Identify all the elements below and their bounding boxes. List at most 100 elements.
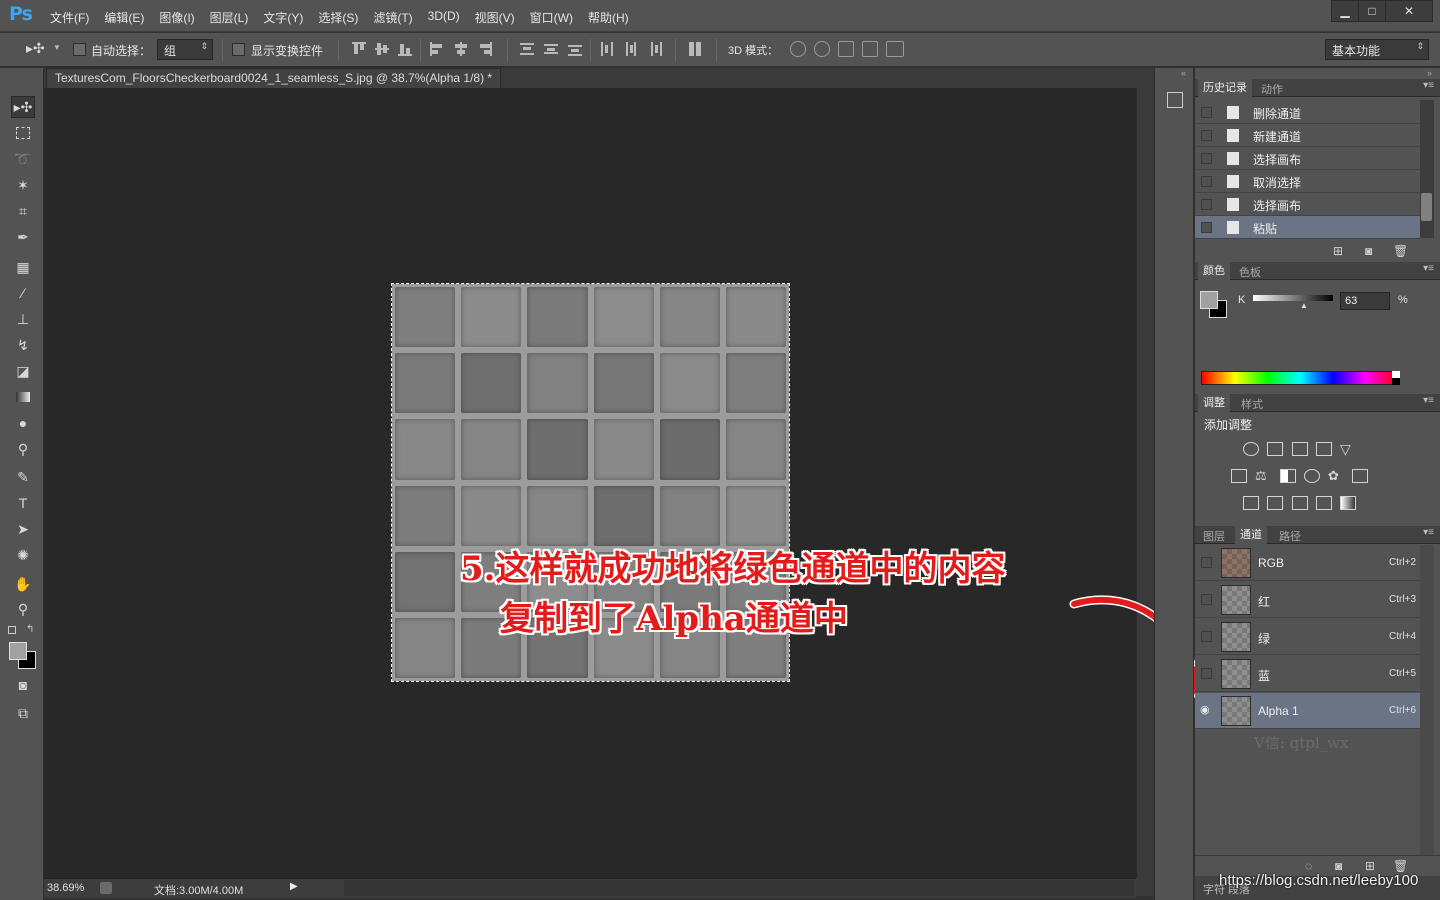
menu-window[interactable]: 窗口(W) — [530, 9, 573, 26]
align-hcenter-icon[interactable] — [454, 42, 468, 56]
3d-slide-icon[interactable] — [862, 41, 878, 57]
black-white-swatch[interactable] — [1392, 371, 1400, 385]
channel-row-blue[interactable]: 蓝 Ctrl+5 — [1195, 656, 1420, 692]
tab-color[interactable]: 颜色 — [1198, 262, 1230, 280]
menu-view[interactable]: 视图(V) — [475, 9, 515, 26]
blur-tool-icon[interactable]: ● — [11, 412, 35, 434]
trash-icon[interactable]: 🗑 — [1393, 859, 1408, 873]
brightness-contrast-icon[interactable] — [1243, 442, 1259, 456]
slider-thumb-icon[interactable]: ▲ — [1300, 301, 1308, 310]
menu-help[interactable]: 帮助(H) — [588, 9, 629, 26]
panel-menu-icon[interactable]: ▾≡ — [1423, 80, 1434, 91]
default-colors-icon[interactable] — [8, 626, 16, 634]
menu-image[interactable]: 图像(I) — [159, 9, 194, 26]
panel-menu-icon[interactable]: ▾≡ — [1423, 527, 1434, 538]
3d-scale-icon[interactable] — [886, 41, 904, 57]
history-item-selected[interactable]: 粘贴 — [1195, 216, 1420, 239]
3d-panel-icon[interactable] — [1167, 92, 1183, 108]
crop-tool-icon[interactable]: ⌗ — [11, 200, 35, 222]
tab-swatches[interactable]: 色板 — [1239, 264, 1261, 280]
zoom-level[interactable]: 38.69% — [47, 882, 84, 894]
marquee-tool-icon[interactable] — [11, 122, 35, 144]
document-tab[interactable]: TexturesCom_FloorsCheckerboard0024_1_sea… — [46, 68, 501, 88]
exposure-icon[interactable] — [1316, 442, 1332, 456]
distribute-bottom-icon[interactable] — [568, 42, 582, 56]
hand-tool-icon[interactable]: ✋ — [11, 573, 35, 595]
history-item[interactable]: 删除通道 — [1195, 101, 1420, 124]
channel-row-rgb[interactable]: RGB Ctrl+2 — [1195, 545, 1420, 581]
tab-adjustments[interactable]: 调整 — [1198, 394, 1230, 412]
quick-mask-icon[interactable]: ◙ — [11, 674, 35, 696]
tab-channels[interactable]: 通道 — [1235, 526, 1267, 544]
photo-filter-icon[interactable] — [1304, 469, 1320, 483]
close-window-button[interactable]: ✕ — [1385, 0, 1433, 22]
channel-row-alpha[interactable]: ◉ Alpha 1 Ctrl+6 — [1195, 693, 1420, 729]
vibrance-icon[interactable]: ▽ — [1340, 442, 1356, 456]
color-balance-icon[interactable]: ⚖ — [1255, 469, 1271, 483]
history-snapshot-checkbox[interactable] — [1201, 176, 1212, 187]
channel-mixer-icon[interactable]: ✿ — [1328, 469, 1344, 483]
channel-visibility-toggle[interactable] — [1201, 557, 1212, 568]
preset-dropdown-arrow-icon[interactable]: ▼ — [53, 43, 61, 52]
gradient-map-icon[interactable] — [1340, 496, 1356, 510]
menu-type[interactable]: 文字(Y) — [263, 9, 303, 26]
color-spectrum-bar[interactable] — [1201, 371, 1399, 385]
history-scroll-thumb[interactable] — [1421, 193, 1432, 221]
align-top-icon[interactable] — [352, 42, 366, 56]
3d-roll-icon[interactable] — [814, 41, 830, 57]
hue-saturation-icon[interactable] — [1231, 469, 1247, 483]
brush-tool-icon[interactable]: ⁄ — [11, 282, 35, 304]
threshold-icon[interactable] — [1292, 496, 1308, 510]
status-info-icon[interactable] — [100, 882, 112, 894]
auto-select-checkbox[interactable] — [73, 43, 86, 56]
eraser-tool-icon[interactable]: ◪ — [11, 360, 35, 382]
foreground-color-swatch[interactable] — [9, 642, 27, 660]
minimize-button[interactable]: ▁ — [1331, 0, 1359, 22]
menu-file[interactable]: 文件(F) — [50, 9, 89, 26]
k-slider[interactable] — [1253, 295, 1333, 301]
new-document-from-state-icon[interactable]: ⊞ — [1333, 244, 1343, 258]
lasso-tool-icon[interactable]: ➰ — [11, 148, 35, 170]
eyedropper-tool-icon[interactable]: ✒ — [11, 226, 35, 248]
curves-icon[interactable] — [1292, 442, 1308, 456]
menu-layer[interactable]: 图层(L) — [210, 9, 249, 26]
tab-history[interactable]: 历史记录 — [1198, 79, 1252, 97]
distribute-top-icon[interactable] — [520, 42, 534, 56]
align-left-icon[interactable] — [430, 42, 444, 56]
eye-icon[interactable]: ◉ — [1200, 703, 1211, 716]
channel-row-red[interactable]: 红 Ctrl+3 — [1195, 582, 1420, 618]
channel-visibility-toggle[interactable] — [1201, 631, 1212, 642]
3d-drag-icon[interactable] — [838, 41, 854, 57]
tab-paths[interactable]: 路径 — [1279, 528, 1301, 544]
expand-arrows-icon[interactable]: » — [1427, 68, 1432, 78]
panel-menu-icon[interactable]: ▾≡ — [1423, 395, 1434, 406]
trash-icon[interactable]: 🗑 — [1393, 244, 1408, 258]
channel-row-green[interactable]: 绿 Ctrl+4 — [1195, 619, 1420, 655]
load-selection-icon[interactable]: ◌ — [1305, 859, 1312, 873]
distribute-left-icon[interactable] — [600, 42, 614, 56]
distribute-hcenter-icon[interactable] — [624, 42, 638, 56]
healing-brush-tool-icon[interactable]: ▦ — [11, 256, 35, 278]
workspace-select[interactable]: 基本功能 ⇕ — [1325, 39, 1429, 60]
menu-filter[interactable]: 滤镜(T) — [373, 9, 412, 26]
channels-scrollbar[interactable] — [1420, 545, 1434, 855]
panel-menu-icon[interactable]: ▾≡ — [1423, 263, 1434, 274]
history-item[interactable]: 选择画布 — [1195, 147, 1420, 170]
align-right-icon[interactable] — [478, 42, 492, 56]
invert-icon[interactable] — [1243, 496, 1259, 510]
black-white-icon[interactable] — [1280, 469, 1296, 483]
history-snapshot-checkbox[interactable] — [1201, 130, 1212, 141]
maximize-button[interactable]: □ — [1358, 0, 1386, 22]
history-item[interactable]: 新建通道 — [1195, 124, 1420, 147]
save-selection-icon[interactable]: ◙ — [1335, 859, 1342, 873]
type-tool-icon[interactable]: T — [11, 492, 35, 514]
tab-actions[interactable]: 动作 — [1261, 81, 1283, 97]
selective-color-icon[interactable] — [1316, 496, 1332, 510]
align-bottom-icon[interactable] — [398, 42, 412, 56]
swap-colors-icon[interactable]: ↰ — [26, 624, 34, 635]
history-snapshot-checkbox[interactable] — [1201, 153, 1212, 164]
levels-icon[interactable] — [1267, 442, 1283, 456]
distribute-right-icon[interactable] — [648, 42, 662, 56]
pen-tool-icon[interactable]: ✎ — [11, 466, 35, 488]
color-lookup-icon[interactable] — [1352, 469, 1368, 483]
